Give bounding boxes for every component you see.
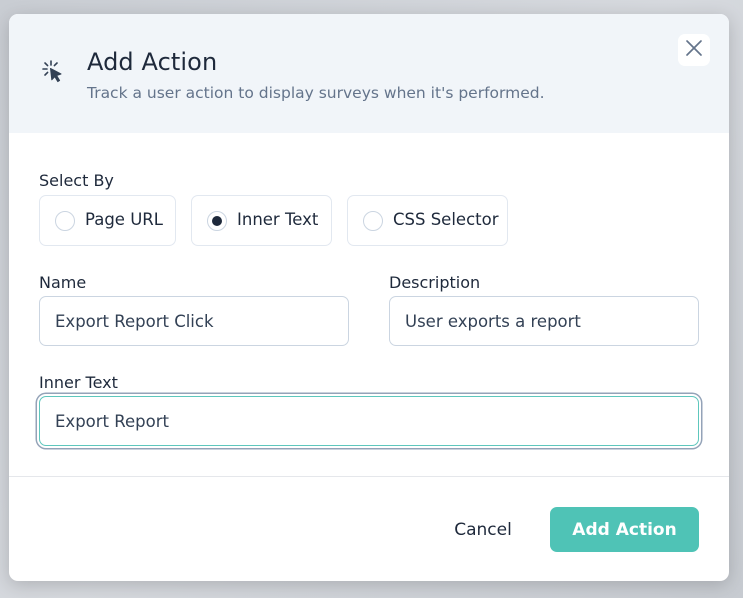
name-label: Name [39, 273, 87, 292]
close-icon [685, 39, 703, 61]
radio-label: CSS Selector [393, 210, 499, 229]
radio-circle[interactable] [55, 211, 75, 231]
modal-subtitle: Track a user action to display surveys w… [87, 84, 545, 102]
name-input[interactable] [39, 296, 349, 346]
radio-page-url[interactable]: Page URL [39, 195, 176, 246]
close-button[interactable] [678, 34, 710, 66]
add-action-button[interactable]: Add Action [550, 507, 699, 552]
radio-circle[interactable] [363, 211, 383, 231]
cancel-button[interactable]: Cancel [439, 507, 527, 552]
description-label: Description [389, 273, 481, 292]
footer-divider [9, 476, 729, 477]
description-input[interactable] [389, 296, 699, 346]
inner-text-label: Inner Text [39, 373, 118, 392]
inner-text-input[interactable] [39, 396, 699, 446]
modal-header: Add Action Track a user action to displa… [9, 14, 729, 133]
modal-title: Add Action [87, 48, 218, 76]
add-action-modal: Add Action Track a user action to displa… [9, 14, 729, 581]
cursor-click-icon [40, 59, 68, 89]
select-by-label: Select By [39, 171, 114, 190]
radio-inner-text[interactable]: Inner Text [191, 195, 332, 246]
radio-label: Page URL [85, 210, 163, 229]
radio-label: Inner Text [237, 210, 319, 229]
radio-css-selector[interactable]: CSS Selector [347, 195, 508, 246]
radio-circle-checked[interactable] [207, 211, 227, 231]
